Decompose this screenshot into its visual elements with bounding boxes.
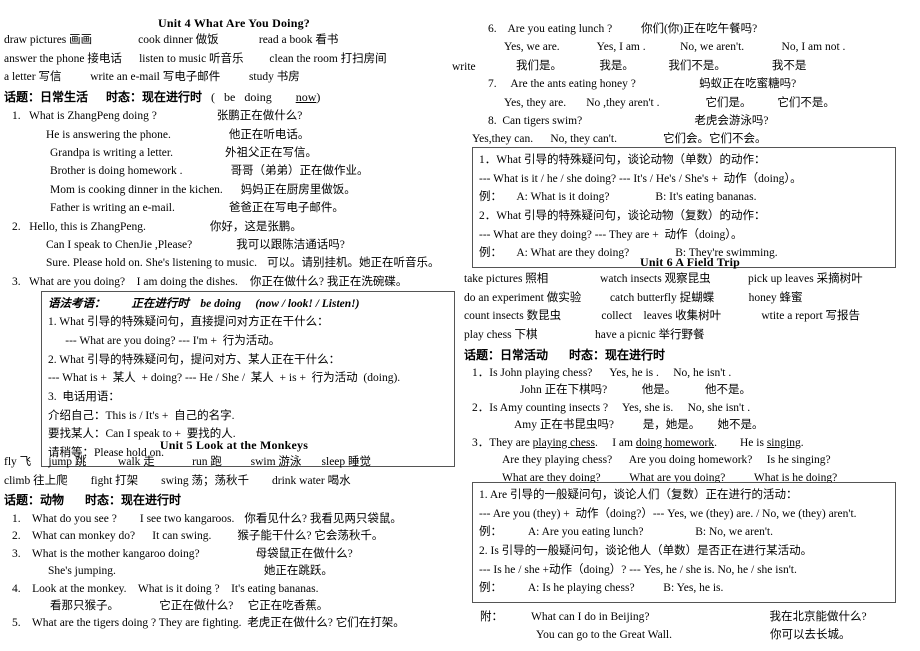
unit4-topic-label: 话题：日常生活 [4,89,89,104]
appendix-section: 附： What can I do in Beijing? 我在北京能做什么? You… [464,608,916,645]
unit4-grammar-line-6: 介绍自己：This is / It's + 自己的名字. [48,409,235,422]
unit4-grammar-line-4: --- What is + 某人 + doing? --- He / She /… [48,372,401,385]
unit5-line-4: She's jumping. 她正在跳跃。 [48,565,333,578]
unit6-topic-line: 话题：日常活动 时态：现在进行时 [464,345,916,365]
unit4-title: Unit 4 What Are You Doing? [157,16,310,30]
unit6-grammar-line-1: 1. Are 引导的一般疑问句，谈论人们（复数）正在进行的活动： [479,489,798,501]
unit5-grammar-line-1: 1．What 引导的特殊疑问句，谈论动物（单数）的动作： [479,154,766,166]
unit6-tense-label: 时态：现在进行时 [569,347,666,362]
appendix-line2-zh: 你可以去长城。 [770,629,851,642]
unit4-tense-formula-now: now [295,89,317,104]
unit6-vocab-row-1: take pictures 照相 watch insects 观察昆虫 pick… [464,273,863,285]
unit6-line-6: Are they playing chess? Are you doing ho… [502,454,831,467]
unit4-cont-line-2: Yes, we are. Yes, I am . No, we aren't. … [504,41,846,54]
unit5-topic-label: 话题：动物 [4,493,65,508]
unit4-cont-line-4: 7. Are the ants eating honey ? 蚂蚁正在吃蜜糖吗? [488,78,797,91]
unit5-grammar-box: 1．What 引导的特殊疑问句，谈论动物（单数）的动作： --- What is… [472,147,896,268]
unit6-title: Unit 6 A Field Trip [639,255,741,269]
unit5-grammar-line-3: 例： A: What is it doing? B: It's eating b… [479,191,757,204]
unit5-section: Unit 5 Look at the Monkeys fly 飞 jump 跳 … [4,436,464,633]
unit6-line-4: Amy 正在书昆虫吗? 是，她是。 她不是。 [514,419,764,432]
unit5-line-6: 看那只猴子。 它正在做什么? 它正在吃香蕉。 [50,599,329,612]
unit6-grammar-line-4: 2. Is 引导的一般疑问句，谈论他人（单数）是否正在进行某活动。 [479,544,813,557]
unit6-vocab-row-2: do an experiment 做实验 catch butterfly 捉蝴蝶… [464,291,803,304]
unit4-line-2: He is answering the phone. 他正在听电话。 [46,128,310,141]
unit4-line-3: Grandpa is writing a letter. 外祖父正在写信。 [50,147,317,160]
unit6-line-1: 1．Is John playing chess? Yes, he is . No… [472,366,732,379]
unit6-line-2: John 正在下棋吗? 他是。 他不是。 [520,384,751,397]
unit5-line-1: 1. What do you see ? I see two kangaroos… [12,512,402,525]
unit4-grammar-line-3: 2. What 引导的特殊疑问句，提问对方、某人正在干什么： [48,353,341,366]
unit4-topic-line: 话题：日常生活 时态：现在进行时 ( be doing now) [4,87,464,107]
unit4-vocab-row-1: draw pictures 画画 cook dinner 做饭 read a b… [4,34,339,46]
right-column: 6. Are you eating lunch ? 你们(你)正在吃午餐吗? Y… [464,0,916,149]
unit4-tense-formula-close: ) [316,89,321,104]
appendix-line1-en: What can I do in Beijing? [531,611,650,623]
unit5-tense-label: 时态：现在进行时 [85,493,182,508]
unit5-line-3: 3. What is the mother kangaroo doing? 母袋鼠… [12,547,353,560]
unit4-line-6: Father is writing an e-mail. 爸爸正在写电子邮件。 [50,202,344,215]
document-page: Unit 4 What Are You Doing? draw pictures… [0,0,920,651]
unit4-cont-line-7: Yes,they can. No, they can't. 它们会。它们不会。 [472,133,767,146]
unit4-cont-line-1: 6. Are you eating lunch ? 你们(你)正在吃午餐吗? [488,23,758,35]
unit6-grammar-line-5: --- Is he / she +动作（doing）? --- Yes, he … [479,563,797,576]
unit6-vocab-row-4: play chess 下棋 have a picnic 举行野餐 [464,328,705,341]
unit4-vocab-row-2: answer the phone 接电话 listen to music 听音乐… [4,52,387,65]
unit4-tense-formula-open: ( be doing [211,89,272,104]
left-column: Unit 4 What Are You Doing? draw pictures… [4,0,464,291]
unit4-line-10: 3. What are you doing? I am doing the di… [12,275,408,288]
unit4-line-8: Can I speak to ChenJie ,Please? 我可以跟陈洁通话吗… [46,239,345,251]
unit6-grammar-line-2: --- Are you (they) + 动作（doing?）--- Yes, … [479,507,857,520]
unit4-grammar-line-2: --- What are you doing? --- I'm + 行为活动。 [48,335,281,348]
appendix-label: 附： [480,611,503,623]
unit4-line-1: 1. What is ZhangPeng doing ? 张鹏正在做什么? [12,110,303,123]
unit4-cont-line-3: 我们是。 我是。 我们不是。 我不是 [516,59,807,72]
unit4-cont-line-5: Yes, they are. No ,they aren't . 它们是。 它们… [504,96,835,109]
appendix-line-2: You can go to the Great Wall. 你可以去长城。 [464,626,916,644]
unit5-grammar-line-5: --- What are they doing? --- They are + … [479,228,743,241]
unit6-line-3: 2．Is Amy counting insects ? Yes, she is.… [472,401,751,414]
unit4-line-7: 2. Hello, this is ZhangPeng. 你好，这是张鹏。 [12,220,302,233]
unit5-topic-line: 话题：动物 时态：现在进行时 [4,490,464,510]
unit6-section: Unit 6 A Field Trip take pictures 照相 wat… [464,255,916,487]
unit5-vocab-row-1: fly 飞 jump 跳 walk 走 run 跑 swim 游泳 sleep … [4,456,372,468]
unit4-line-4: Brother is doing homework . 哥哥（弟弟）正在做作业。 [50,165,369,178]
unit4-vocab-row-3: a letter 写信 write an e-mail 写电子邮件 study … [4,71,300,84]
unit6-grammar-line-6: 例： A: Is he playing chess? B: Yes, he is… [479,582,724,595]
appendix-line1-zh: 我在北京能做什么? [769,611,867,623]
unit5-vocab-row-2: climb 往上爬 fight 打架 swing 荡；荡秋千 drink wat… [4,474,351,487]
unit6-grammar-box: 1. Are 引导的一般疑问句，谈论人们（复数）正在进行的活动： --- Are… [472,482,896,603]
unit4-grammar-line-5: 3. 电话用语： [48,390,120,403]
unit6-vocab-row-3: count insects 数昆虫 collect leaves 收集树叶 wt… [464,310,861,323]
unit6-grammar-line-3: 例： A: Are you eating lunch? B: No, we ar… [479,526,773,539]
unit4-tense-label: 时态：现在进行时 [106,89,203,104]
unit5-title: Unit 5 Look at the Monkeys [159,438,309,452]
unit4-line-5: Mom is cooking dinner in the kichen. 妈妈正在… [50,183,356,196]
unit6-topic-label: 话题：日常活动 [464,347,549,362]
unit6-line-5: 3．They are playing chess. I am doing hom… [472,436,804,449]
unit5-line-2: 2. What can monkey do? It can swing. 猴子能干… [12,530,384,543]
unit5-line-7: 5. What are the tigers doing ? They are … [12,617,405,630]
unit5-grammar-line-4: 2．What 引导的特殊疑问句，谈论动物（复数）的动作： [479,209,766,222]
appendix-line2-en: You can go to the Great Wall. [536,629,672,642]
unit5-grammar-line-2: --- What is it / he / she doing? --- It'… [479,172,802,185]
unit4-line-9: Sure. Please hold on. She's listening to… [46,257,440,270]
appendix-line-1: 附： What can I do in Beijing? 我在北京能做什么? [464,608,916,626]
unit4-cont-line-6: 8. Can tigers swim? 老虎会游泳吗? [488,114,769,127]
unit4-grammar-box-header: 语法考语： 正在进行时 be doing (now / look! / List… [48,298,360,310]
unit4-grammar-line-1: 1. What 引导的特殊疑问句，直接提问对方正在干什么： [48,316,329,329]
unit5-line-5: 4. Look at the monkey. What is it doing … [12,582,319,595]
